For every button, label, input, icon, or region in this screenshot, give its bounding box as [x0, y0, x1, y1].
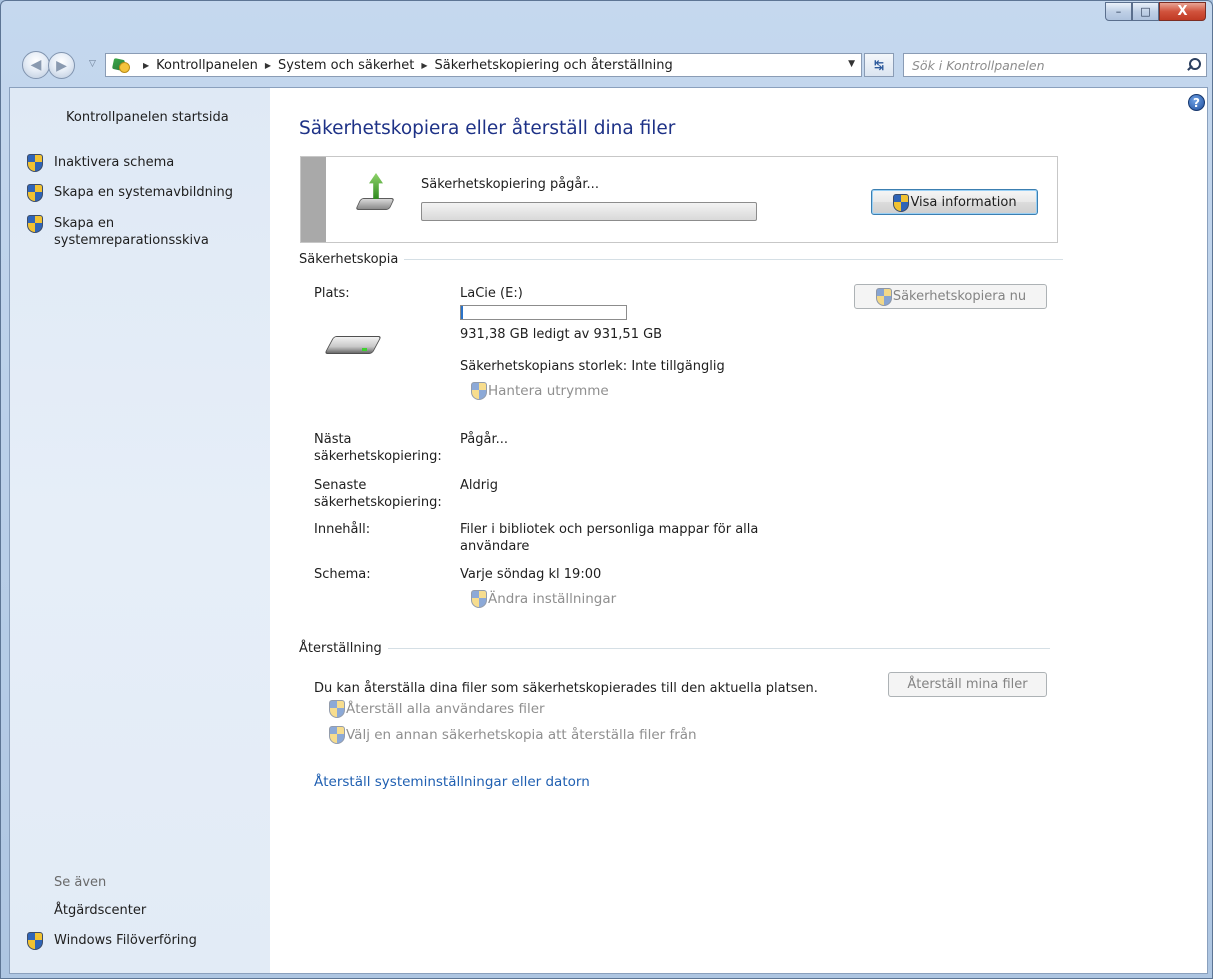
- restore-all-users-link[interactable]: Återställ alla användares filer: [328, 700, 545, 718]
- sidebar-item-easy-transfer[interactable]: Windows Filöverföring: [26, 932, 197, 950]
- back-arrow-icon: ◀: [30, 57, 42, 73]
- address-bar[interactable]: ▶ Kontrollpanelen ▶ System och säkerhet …: [105, 53, 862, 77]
- breadcrumb-system-security[interactable]: System och säkerhet: [278, 58, 414, 73]
- uac-shield-icon: [328, 726, 345, 744]
- last-backup-value: Aldrig: [460, 478, 498, 493]
- location-label: Plats:: [314, 286, 350, 301]
- uac-shield-icon: [875, 288, 892, 306]
- restore-section-heading: Återställning: [299, 641, 1050, 656]
- recent-pages-dropdown[interactable]: ▽: [89, 59, 96, 69]
- control-panel-icon: [112, 57, 130, 73]
- client-area: Kontrollpanelen startsida Inaktivera sch…: [9, 87, 1208, 974]
- disk-space-used: [461, 306, 463, 319]
- manage-space-label: Hantera utrymme: [488, 382, 609, 399]
- backup-section-heading: Säkerhetskopia: [299, 252, 1064, 267]
- progress-status-text: Säkerhetskopiering pågår...: [421, 177, 599, 192]
- backup-progress-bar: [421, 202, 757, 221]
- search-placeholder: Sök i Kontrollpanelen: [912, 57, 1045, 73]
- section-divider: [404, 259, 1064, 260]
- panel-stripe: [301, 157, 326, 242]
- close-button[interactable]: X: [1159, 2, 1206, 21]
- contents-value: Filer i bibliotek och personliga mappar …: [460, 522, 759, 554]
- sidebar-item-label[interactable]: Skapa en systemreparationsskiva: [54, 215, 209, 249]
- breadcrumb-control-panel[interactable]: Kontrollpanelen: [156, 58, 258, 73]
- app-window: – □ X ◀ ▶ ▽ ▶ Kontrollpanelen ▶ System o…: [0, 0, 1213, 979]
- last-backup-label: Senaste säkerhetskopiering:: [314, 478, 442, 510]
- contents-label: Innehåll:: [314, 522, 371, 537]
- help-icon[interactable]: ?: [1188, 94, 1205, 111]
- breadcrumb-separator-icon[interactable]: ▶: [265, 61, 271, 70]
- backup-now-button[interactable]: Säkerhetskopiera nu: [854, 284, 1047, 309]
- schedule-label: Schema:: [314, 567, 371, 582]
- navigation-bar: ◀ ▶ ▽ ▶ Kontrollpanelen ▶ System och säk…: [1, 45, 1213, 85]
- sidebar-item-label[interactable]: Windows Filöverföring: [54, 932, 197, 949]
- sidebar-item-label[interactable]: Inaktivera schema: [54, 154, 174, 171]
- minimize-button[interactable]: –: [1105, 2, 1132, 21]
- uac-shield-icon: [328, 700, 345, 718]
- refresh-icon: ↹: [873, 58, 885, 72]
- next-backup-label: Nästa säkerhetskopiering:: [314, 432, 442, 464]
- uac-shield-icon: [26, 932, 43, 950]
- change-settings-label: Ändra inställningar: [488, 590, 617, 607]
- disk-space-bar: [460, 305, 627, 320]
- see-also-heading: Se även: [54, 875, 107, 890]
- sidebar-item-disable-schedule[interactable]: Inaktivera schema: [26, 154, 174, 172]
- uac-shield-icon: [26, 154, 43, 172]
- backup-heading-text: Säkerhetskopia: [299, 252, 399, 267]
- backup-now-label: Säkerhetskopiera nu: [892, 289, 1027, 304]
- sidebar-item-create-image[interactable]: Skapa en systemavbildning: [26, 184, 233, 202]
- restore-my-files-label: Återställ mina filer: [907, 677, 1028, 692]
- location-value: LaCie (E:): [460, 286, 523, 301]
- task-sidebar: Kontrollpanelen startsida Inaktivera sch…: [10, 88, 270, 973]
- uac-shield-icon: [26, 184, 43, 202]
- search-input[interactable]: Sök i Kontrollpanelen: [903, 53, 1207, 77]
- free-space-text: 931,38 GB ledigt av 931,51 GB: [460, 327, 663, 342]
- back-button[interactable]: ◀: [22, 51, 50, 79]
- uac-shield-icon: [470, 382, 487, 400]
- uac-shield-icon: [892, 193, 910, 212]
- view-details-label: Visa information: [910, 194, 1017, 210]
- forward-button[interactable]: ▶: [48, 52, 75, 79]
- main-content: ? Säkerhetskopiera eller återställ dina …: [270, 88, 1209, 973]
- restore-all-users-label: Återställ alla användares filer: [346, 700, 545, 717]
- section-divider: [387, 648, 1050, 649]
- manage-space-link[interactable]: Hantera utrymme: [470, 382, 609, 400]
- drive-icon: [324, 330, 385, 360]
- choose-other-backup-label: Välj en annan säkerhetskopia att återstä…: [346, 726, 697, 743]
- forward-arrow-icon: ▶: [56, 57, 67, 74]
- maximize-button[interactable]: □: [1132, 2, 1159, 21]
- choose-other-backup-link[interactable]: Välj en annan säkerhetskopia att återstä…: [328, 726, 697, 744]
- breadcrumb-backup-restore[interactable]: Säkerhetskopiering och återställning: [435, 58, 673, 73]
- uac-shield-icon: [470, 590, 487, 608]
- view-details-button[interactable]: Visa information: [871, 189, 1038, 215]
- sidebar-home-link[interactable]: Kontrollpanelen startsida: [66, 109, 229, 126]
- sidebar-item-label[interactable]: Skapa en systemavbildning: [54, 184, 233, 201]
- address-dropdown-icon[interactable]: ▼: [848, 59, 855, 69]
- page-title: Säkerhetskopiera eller återställ dina fi…: [299, 118, 676, 139]
- chevron-down-icon: ▽: [89, 59, 96, 69]
- search-icon[interactable]: [1186, 58, 1201, 72]
- breadcrumb-separator-icon[interactable]: ▶: [143, 61, 149, 70]
- sidebar-item-create-repair-disc[interactable]: Skapa en systemreparationsskiva: [26, 215, 209, 249]
- breadcrumb-separator-icon[interactable]: ▶: [421, 61, 427, 70]
- refresh-button[interactable]: ↹: [864, 53, 894, 77]
- sidebar-item-action-center[interactable]: Åtgärdscenter: [54, 903, 146, 918]
- restore-heading-text: Återställning: [299, 641, 382, 656]
- system-restore-link[interactable]: Återställ systeminställningar eller dato…: [314, 774, 590, 790]
- backup-size-text: Säkerhetskopians storlek: Inte tillgängl…: [460, 359, 725, 374]
- schedule-value: Varje söndag kl 19:00: [460, 567, 602, 582]
- restore-my-files-button[interactable]: Återställ mina filer: [888, 672, 1047, 697]
- change-settings-link[interactable]: Ändra inställningar: [470, 590, 617, 608]
- caption-buttons: – □ X: [1105, 2, 1206, 21]
- backup-in-progress-icon: [355, 173, 398, 217]
- backup-progress-panel: Säkerhetskopiering pågår... Visa informa…: [300, 156, 1058, 243]
- uac-shield-icon: [26, 215, 43, 233]
- next-backup-value: Pågår...: [460, 432, 508, 447]
- restore-description: Du kan återställa dina filer som säkerhe…: [314, 681, 818, 696]
